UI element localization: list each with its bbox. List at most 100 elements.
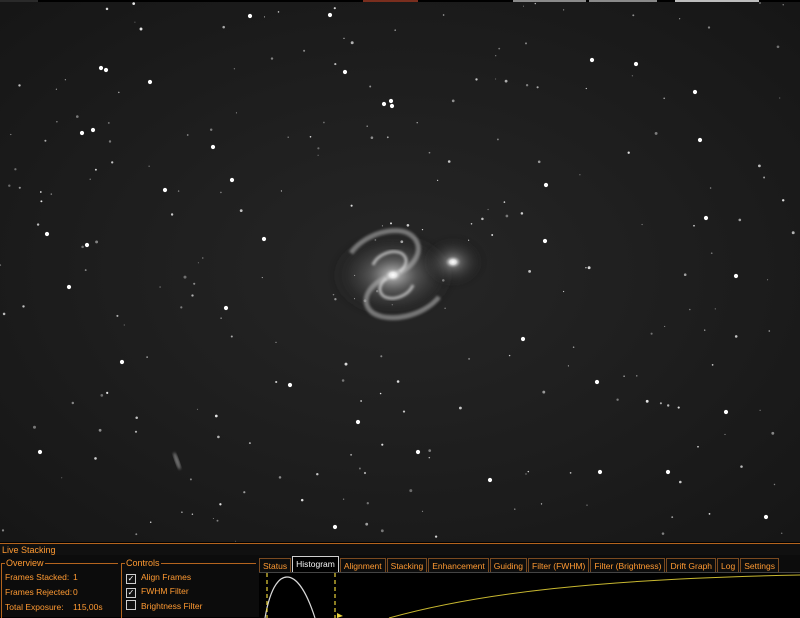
star bbox=[220, 317, 222, 319]
star bbox=[317, 147, 320, 150]
star bbox=[235, 112, 237, 114]
star bbox=[229, 177, 235, 183]
star bbox=[763, 176, 766, 179]
star bbox=[421, 510, 424, 512]
tab-status[interactable]: Status bbox=[259, 558, 292, 572]
star bbox=[780, 532, 783, 534]
star bbox=[495, 55, 497, 57]
star bbox=[94, 457, 97, 460]
star bbox=[671, 516, 674, 518]
tab-histogram[interactable]: Histogram bbox=[292, 556, 339, 572]
star bbox=[1, 529, 5, 532]
star bbox=[56, 121, 58, 123]
star bbox=[708, 513, 711, 515]
star bbox=[475, 78, 478, 81]
tab-log[interactable]: Log bbox=[717, 558, 740, 572]
star bbox=[277, 11, 280, 13]
tab-filter-fwhm[interactable]: Filter (FWHM) bbox=[528, 558, 590, 572]
star bbox=[261, 277, 263, 279]
star bbox=[44, 139, 47, 142]
checkbox-checked-icon[interactable]: ✓ bbox=[126, 588, 136, 598]
histogram-plot[interactable] bbox=[259, 573, 800, 618]
star bbox=[709, 187, 712, 189]
star bbox=[230, 335, 233, 338]
star bbox=[409, 489, 413, 493]
marker-arrow-icon[interactable] bbox=[337, 613, 343, 618]
tab-guiding[interactable]: Guiding bbox=[489, 558, 528, 572]
star bbox=[61, 477, 63, 479]
star bbox=[767, 279, 769, 281]
tab-filter-brightness[interactable]: Filter (Brightness) bbox=[590, 558, 666, 572]
star bbox=[498, 47, 501, 50]
checkbox-label: Align Frames bbox=[141, 572, 192, 582]
star bbox=[193, 282, 196, 285]
checkbox-unchecked-icon[interactable] bbox=[126, 600, 136, 610]
star bbox=[421, 228, 424, 231]
star bbox=[111, 161, 114, 164]
star bbox=[667, 404, 670, 407]
align-frames-checkbox[interactable]: ✓ Align Frames bbox=[126, 572, 191, 584]
star bbox=[504, 79, 508, 83]
star bbox=[434, 535, 438, 538]
brightness-filter-checkbox[interactable]: Brightness Filter bbox=[126, 600, 202, 611]
fwhm-filter-checkbox[interactable]: ✓ FWHM Filter bbox=[126, 586, 189, 598]
star bbox=[183, 275, 187, 279]
star bbox=[18, 186, 21, 189]
star bbox=[139, 27, 143, 31]
star bbox=[380, 355, 383, 358]
star bbox=[220, 191, 222, 194]
checkbox-label: FWHM Filter bbox=[141, 586, 189, 596]
star bbox=[103, 67, 109, 73]
star bbox=[697, 137, 703, 143]
tab-alignment[interactable]: Alignment bbox=[339, 558, 386, 572]
star bbox=[370, 136, 374, 139]
star bbox=[542, 238, 548, 244]
star bbox=[703, 215, 709, 221]
tab-stacking[interactable]: Stacking bbox=[386, 558, 428, 572]
star bbox=[66, 284, 72, 290]
star bbox=[525, 473, 527, 475]
star bbox=[333, 7, 336, 10]
star bbox=[135, 416, 138, 420]
star bbox=[659, 402, 662, 405]
star bbox=[350, 204, 353, 207]
star bbox=[514, 508, 516, 510]
star bbox=[442, 14, 445, 16]
tab-settings[interactable]: Settings bbox=[740, 558, 779, 572]
star bbox=[723, 409, 729, 415]
tab-drift-graph[interactable]: Drift Graph bbox=[666, 558, 717, 572]
star bbox=[366, 502, 369, 505]
star bbox=[363, 471, 367, 475]
star bbox=[470, 223, 473, 225]
star bbox=[536, 86, 539, 89]
star bbox=[181, 511, 183, 514]
star bbox=[586, 504, 588, 506]
star bbox=[714, 308, 716, 310]
star bbox=[79, 130, 85, 136]
star bbox=[33, 425, 36, 429]
tab-enhancement[interactable]: Enhancement bbox=[428, 558, 489, 572]
star bbox=[704, 329, 706, 331]
star bbox=[589, 57, 595, 63]
star bbox=[496, 138, 499, 141]
star bbox=[135, 533, 138, 536]
star bbox=[520, 212, 524, 215]
star bbox=[665, 469, 671, 475]
star bbox=[616, 398, 619, 401]
star bbox=[118, 91, 120, 94]
stacked-image-view[interactable] bbox=[0, 2, 800, 542]
overview-title: Overview bbox=[5, 557, 45, 569]
star bbox=[569, 472, 572, 474]
star bbox=[415, 449, 421, 455]
star bbox=[323, 121, 325, 124]
star bbox=[278, 476, 282, 479]
star bbox=[768, 330, 771, 332]
star bbox=[650, 332, 653, 335]
star bbox=[525, 84, 529, 87]
star bbox=[210, 144, 216, 150]
checkbox-checked-icon[interactable]: ✓ bbox=[126, 574, 136, 584]
star bbox=[567, 365, 569, 367]
galaxy-ngc5195 bbox=[421, 236, 485, 288]
star bbox=[350, 453, 353, 456]
histogram-curve bbox=[264, 576, 316, 618]
